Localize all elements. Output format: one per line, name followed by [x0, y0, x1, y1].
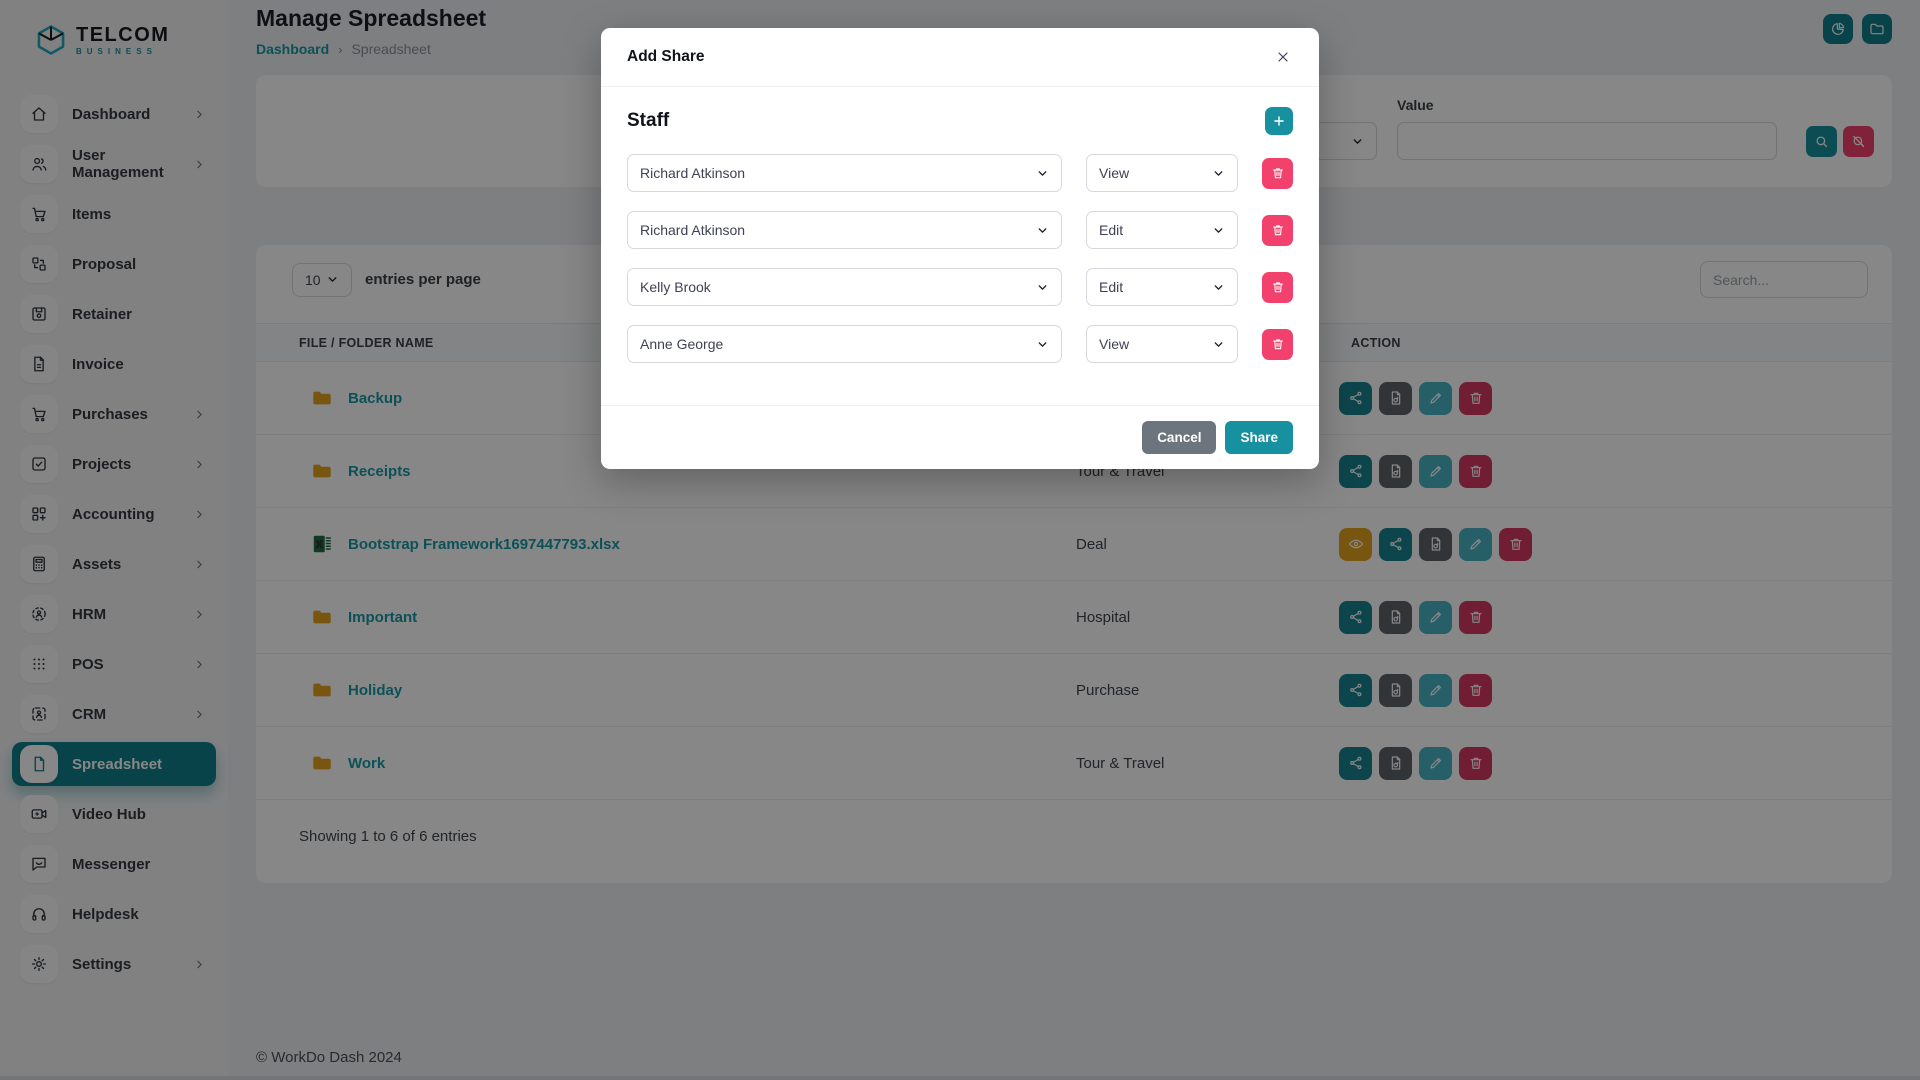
staff-select[interactable]: Richard Atkinson: [627, 211, 1062, 249]
permission-select[interactable]: View: [1086, 154, 1238, 192]
staff-select[interactable]: Anne George: [627, 325, 1062, 363]
staff-select[interactable]: Kelly Brook: [627, 268, 1062, 306]
plus-icon: [1272, 114, 1286, 128]
chevron-down-icon: [1212, 281, 1225, 294]
modal-footer: Cancel Share: [601, 405, 1319, 469]
remove-share-row-button[interactable]: [1262, 215, 1293, 246]
staff-section-title: Staff: [627, 110, 669, 132]
staff-select[interactable]: Richard Atkinson: [627, 154, 1062, 192]
chevron-down-icon: [1212, 338, 1225, 351]
chevron-down-icon: [1036, 167, 1049, 180]
modal-body: Staff Richard AtkinsonViewRichard Atkins…: [601, 87, 1319, 405]
chevron-down-icon: [1036, 224, 1049, 237]
permission-select[interactable]: Edit: [1086, 211, 1238, 249]
trash-icon: [1271, 337, 1285, 351]
add-share-modal: Add Share Staff Richard AtkinsonViewRich…: [601, 28, 1319, 469]
share-row: Richard Atkinson View: [627, 154, 1293, 192]
share-row: Anne George View: [627, 325, 1293, 363]
remove-share-row-button[interactable]: [1262, 158, 1293, 189]
share-button[interactable]: Share: [1225, 421, 1293, 454]
trash-icon: [1271, 280, 1285, 294]
share-rows: Richard Atkinson View Richard Atkinson Edit…: [627, 154, 1293, 363]
modal-title: Add Share: [627, 48, 705, 66]
chevron-down-icon: [1212, 224, 1225, 237]
remove-share-row-button[interactable]: [1262, 329, 1293, 360]
chevron-down-icon: [1212, 167, 1225, 180]
share-row: Richard Atkinson Edit: [627, 211, 1293, 249]
trash-icon: [1271, 223, 1285, 237]
remove-share-row-button[interactable]: [1262, 272, 1293, 303]
cancel-button[interactable]: Cancel: [1142, 421, 1216, 454]
modal-close-button[interactable]: [1273, 47, 1293, 67]
modal-header: Add Share: [601, 28, 1319, 87]
add-staff-row-button[interactable]: [1265, 107, 1293, 135]
trash-icon: [1271, 166, 1285, 180]
permission-select[interactable]: View: [1086, 325, 1238, 363]
chevron-down-icon: [1036, 281, 1049, 294]
permission-select[interactable]: Edit: [1086, 268, 1238, 306]
chevron-down-icon: [1036, 338, 1049, 351]
close-icon: [1275, 49, 1291, 65]
share-row: Kelly Brook Edit: [627, 268, 1293, 306]
